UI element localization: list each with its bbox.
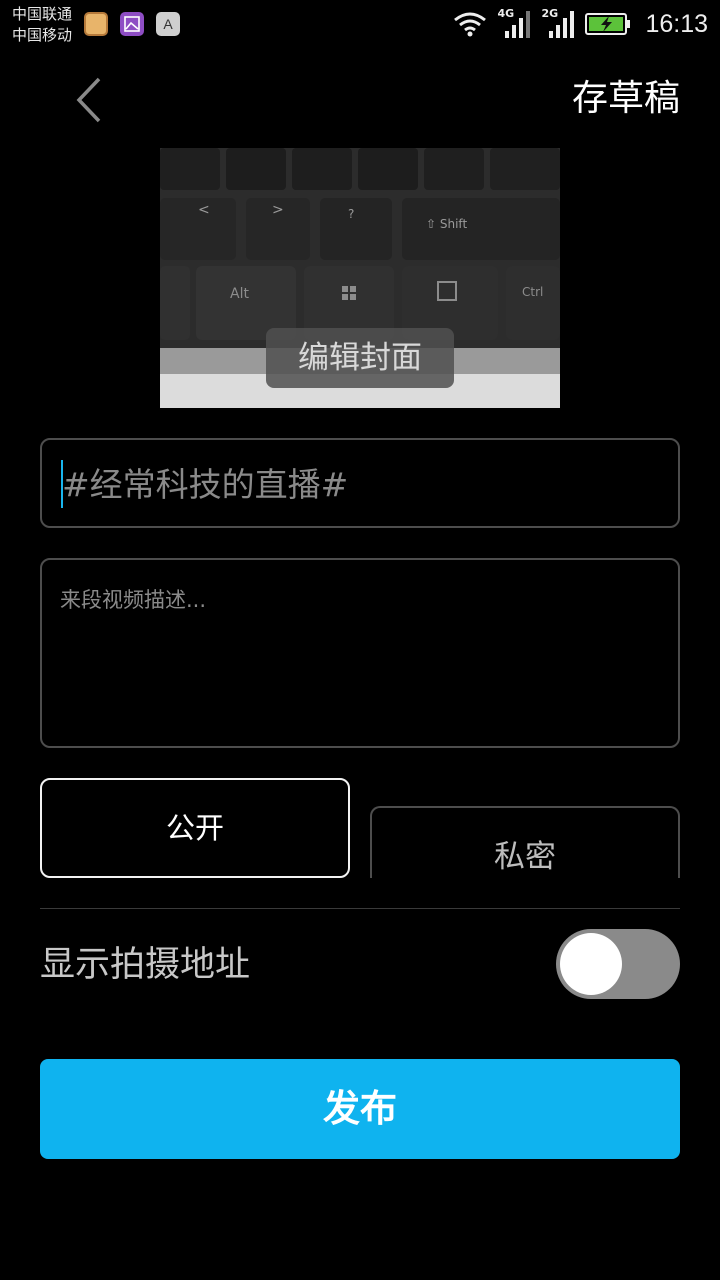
notification-icons: A	[84, 12, 180, 36]
signal-icon	[505, 11, 531, 38]
svg-text:⇧ Shift: ⇧ Shift	[426, 217, 467, 231]
svg-text:>: >	[272, 202, 284, 218]
show-location-toggle[interactable]	[556, 929, 680, 999]
screen: 中国联通 中国移动 A 4G 2G 16:13 存草稿 < > ? ⇧ Shif…	[0, 0, 720, 1280]
gallery-app-icon	[120, 12, 144, 36]
private-option-button[interactable]: 私密	[370, 806, 680, 878]
signal-icon	[549, 11, 575, 38]
signal-4g: 4G	[497, 7, 531, 39]
publish-button[interactable]: 发布	[40, 1059, 680, 1159]
save-draft-button[interactable]: 存草稿	[572, 76, 680, 122]
public-option-button[interactable]: 公开	[40, 778, 350, 878]
title-input[interactable]: #经常科技的直播#	[40, 438, 680, 528]
status-right: 4G 2G 16:13	[453, 6, 708, 42]
description-input[interactable]: 来段视频描述...	[40, 558, 680, 748]
description-placeholder: 来段视频描述...	[60, 588, 207, 612]
svg-text:<: <	[198, 202, 210, 218]
wifi-icon	[454, 12, 487, 37]
chevron-left-icon	[76, 77, 101, 123]
edit-cover-button[interactable]: 编辑封面	[266, 328, 454, 388]
svg-text:Alt: Alt	[230, 286, 249, 302]
svg-text:Ctrl: Ctrl	[522, 285, 543, 299]
signal-2g: 2G	[541, 7, 575, 39]
game-app-icon	[84, 12, 108, 36]
carrier-names: 中国联通 中国移动	[12, 4, 72, 46]
status-bar: 中国联通 中国移动 A 4G 2G 16:13	[0, 0, 720, 50]
toggle-knob	[560, 933, 622, 995]
show-location-label: 显示拍摄地址	[40, 945, 251, 985]
carrier-2: 中国移动	[12, 26, 73, 44]
clock: 16:13	[645, 9, 708, 38]
battery-charging-icon	[585, 13, 631, 35]
title-value: #经常科技的直播#	[62, 465, 349, 504]
svg-text:?: ?	[348, 207, 354, 221]
divider	[40, 908, 680, 909]
cover-image[interactable]: < > ? ⇧ Shift Alt Ctrl 编辑封面	[160, 148, 560, 408]
font-app-icon: A	[156, 12, 180, 36]
back-button[interactable]	[64, 72, 112, 128]
carrier-1: 中国联通	[12, 5, 73, 23]
